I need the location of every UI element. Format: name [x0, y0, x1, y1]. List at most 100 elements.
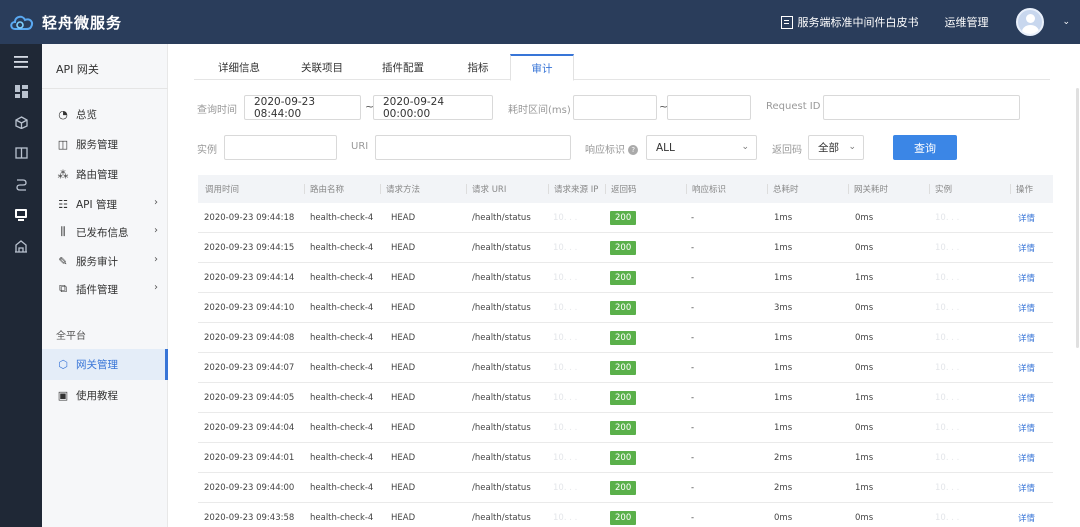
instance-label: 实例	[197, 145, 217, 156]
menu-item-tutorial[interactable]: ▣ 使用教程	[42, 381, 168, 409]
details-link[interactable]: 详情	[1018, 242, 1035, 254]
chevron-down-icon[interactable]: ⌄	[1062, 17, 1070, 27]
cell-total: 1ms	[774, 203, 792, 233]
menu-item-audit[interactable]: ✎ 服务审计 ›	[42, 247, 168, 275]
column-header: 请求来源 IP	[548, 175, 598, 203]
scrollbar[interactable]	[1076, 88, 1079, 348]
menu-item-plugins[interactable]: ⧉ 插件管理 ›	[42, 275, 168, 303]
cell-value: 1ms	[774, 393, 793, 403]
end-time-input[interactable]: 2020-09-24 00:00:00	[373, 95, 493, 120]
menu-icon[interactable]	[0, 46, 42, 78]
cell-value: 1ms	[774, 363, 793, 373]
column-header: 实例	[929, 175, 952, 203]
tab-details[interactable]: 详细信息	[194, 54, 284, 80]
menu-item-overview[interactable]: ◔ 总览	[42, 100, 168, 128]
cell-value: HEAD	[391, 423, 416, 433]
cell-action: 详情	[1018, 353, 1035, 383]
cell-method: HEAD	[391, 443, 415, 473]
cell-value: 10. . .	[935, 333, 960, 343]
cell-ip: 10. . .	[553, 503, 577, 527]
cell-gateway: 0ms	[855, 503, 873, 527]
tab-related-projects[interactable]: 关联项目	[284, 54, 360, 80]
menu-item-gateway-management[interactable]: ⬡ 网关管理	[42, 349, 168, 380]
details-link[interactable]: 详情	[1018, 422, 1035, 434]
duration-max-input[interactable]	[667, 95, 751, 120]
status-badge: 200	[610, 511, 637, 525]
menu-item-api[interactable]: ☷ API 管理 ›	[42, 190, 168, 218]
tab-plugin-config[interactable]: 插件配置	[360, 54, 446, 80]
status-badge: 200	[610, 481, 637, 495]
cell-time: 2020-09-23 09:44:08	[204, 323, 294, 353]
cell-uri: /health/status	[472, 383, 531, 413]
building-icon[interactable]	[0, 230, 42, 262]
table-row: 2020-09-23 09:44:14 health-check-4 HEAD/he…	[198, 263, 1053, 293]
details-link[interactable]: 详情	[1018, 362, 1035, 374]
request-id-input[interactable]	[823, 95, 1020, 120]
cell-total: 0ms	[774, 503, 792, 527]
response-flag-text: 响应标识	[585, 145, 625, 156]
help-icon[interactable]: ?	[628, 145, 639, 155]
details-link[interactable]: 详情	[1018, 392, 1035, 404]
details-link[interactable]: 详情	[1018, 482, 1035, 494]
details-link[interactable]: 详情	[1018, 452, 1035, 464]
cell-value: health-check-4	[310, 453, 374, 463]
cell-action: 详情	[1018, 413, 1035, 443]
cell-route: health-check-4	[310, 413, 373, 443]
details-link[interactable]: 详情	[1018, 302, 1035, 314]
dashboard-icon[interactable]	[0, 75, 42, 107]
cell-value: 2020-09-23 09:44:15	[204, 243, 295, 253]
cube-icon[interactable]	[0, 106, 42, 138]
menu-section-label: 全平台	[56, 331, 86, 342]
menu-item-published[interactable]: ⫼ 已发布信息 ›	[42, 218, 168, 246]
cell-value: 2020-09-23 09:44:01	[204, 453, 295, 463]
cell-action: 详情	[1018, 293, 1035, 323]
uri-label: URI	[351, 141, 369, 152]
duration-min-input[interactable]	[573, 95, 657, 120]
cloud-logo-icon	[10, 15, 34, 30]
cell-value: -	[691, 483, 695, 493]
cell-total: 1ms	[774, 353, 792, 383]
cell-time: 2020-09-23 09:44:14	[204, 263, 294, 293]
cell-action: 详情	[1018, 503, 1035, 527]
whitepaper-link[interactable]: 服务端标准中间件白皮书	[781, 14, 918, 30]
menu-item-label: 插件管理	[76, 283, 118, 296]
brand[interactable]: 轻舟微服务	[8, 0, 122, 44]
cell-value: HEAD	[391, 363, 416, 373]
cell-value: HEAD	[391, 243, 416, 253]
start-time-input[interactable]: 2020-09-23 08:44:00	[244, 95, 361, 120]
query-button[interactable]: 查询	[893, 135, 957, 160]
cell-instance: 10. . .	[935, 353, 959, 383]
return-code-label: 返回码	[772, 145, 802, 156]
cell-value: 2020-09-23 09:44:07	[204, 363, 295, 373]
ops-management-link[interactable]: 运维管理	[944, 14, 988, 30]
book-icon[interactable]	[0, 137, 42, 169]
menu-item-routes[interactable]: ⁂ 路由管理	[42, 160, 168, 188]
details-link[interactable]: 详情	[1018, 272, 1035, 284]
status-badge: 200	[610, 421, 637, 435]
cell-route: health-check-4	[310, 473, 373, 503]
cell-value: 1ms	[855, 453, 874, 463]
table-row: 2020-09-23 09:44:00 health-check-4 HEAD/he…	[198, 473, 1053, 503]
menu-item-services[interactable]: ◫ 服务管理	[42, 130, 168, 158]
tab-metrics[interactable]: 指标	[446, 54, 510, 80]
cell-uri: /health/status	[472, 323, 531, 353]
cell-action: 详情	[1018, 203, 1035, 233]
cell-route: health-check-4	[310, 293, 373, 323]
instance-input[interactable]	[224, 135, 337, 160]
details-link[interactable]: 详情	[1018, 212, 1035, 224]
details-link[interactable]: 详情	[1018, 332, 1035, 344]
document-icon	[781, 15, 794, 29]
uri-input[interactable]	[375, 135, 571, 160]
cell-value: 0ms	[855, 243, 874, 253]
cell-value: /health/status	[472, 333, 531, 343]
route-icon[interactable]	[0, 168, 42, 200]
tab-audit[interactable]: 审计	[510, 54, 574, 81]
details-link[interactable]: 详情	[1018, 512, 1035, 524]
menu-item-label: 总览	[76, 108, 97, 121]
avatar[interactable]	[1016, 8, 1045, 36]
return-code-select[interactable]: 全部 ⌄	[808, 135, 864, 160]
cell-time: 2020-09-23 09:44:10	[204, 293, 294, 323]
cell-value: 0ms	[774, 513, 793, 523]
response-flag-select[interactable]: ALL ⌄	[646, 135, 757, 160]
gateway-icon[interactable]	[0, 199, 42, 231]
